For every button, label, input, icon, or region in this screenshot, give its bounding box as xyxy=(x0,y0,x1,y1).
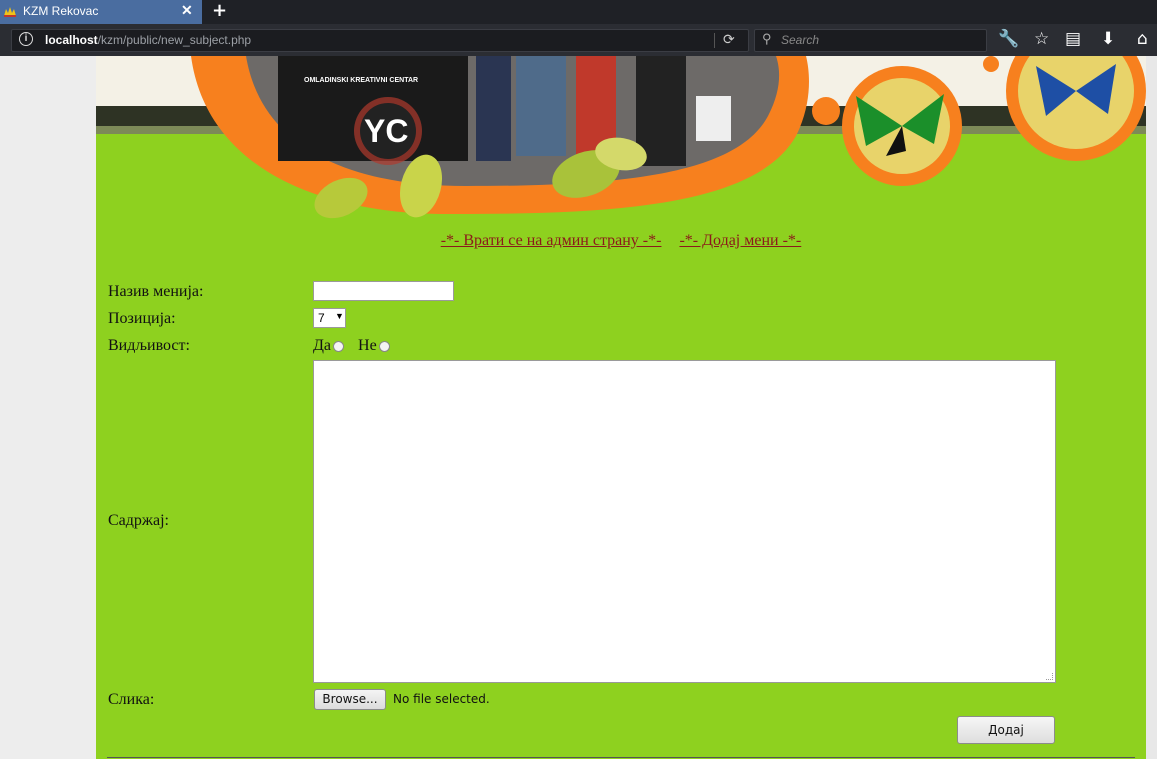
reload-icon[interactable]: ⟳ xyxy=(723,31,735,48)
downloads-icon[interactable]: ⬇ xyxy=(1101,29,1115,49)
visibility-label: Видљивост: xyxy=(108,337,190,354)
browser-tab[interactable]: KZM Rekovac ✕ xyxy=(0,0,202,24)
visibility-yes-radio[interactable] xyxy=(333,340,345,352)
menu-name-input[interactable] xyxy=(313,281,454,301)
file-status-text: No file selected. xyxy=(393,692,490,706)
visibility-radio-group: Да Не xyxy=(313,337,404,355)
footer-divider xyxy=(107,757,1135,758)
visibility-yes-label: Да xyxy=(313,337,332,354)
page-content: OMLADINSKI KREATIVNI CENTAR YC -*- Врати… xyxy=(96,56,1146,759)
new-tab-button[interactable]: + xyxy=(212,0,227,21)
search-input[interactable]: ⚲ Search xyxy=(754,29,987,52)
close-tab-icon[interactable]: ✕ xyxy=(181,2,193,19)
site-info-icon[interactable]: i xyxy=(19,32,33,46)
add-menu-link[interactable]: -*- Додај мени -*- xyxy=(679,232,801,249)
content-label: Садржај: xyxy=(108,512,169,529)
browser-nav-bar: i localhost/kzm/public/new_subject.php ⟳… xyxy=(0,24,1157,56)
url-path: /kzm/public/new_subject.php xyxy=(97,33,252,47)
visibility-no-label: Не xyxy=(358,337,377,354)
address-url: localhost/kzm/public/new_subject.php xyxy=(45,33,251,47)
admin-links: -*- Врати се на админ страну -*- -*- Дод… xyxy=(96,232,1146,250)
image-label: Слика: xyxy=(108,691,155,708)
position-select-value: 7 xyxy=(318,311,325,325)
browser-tab-bar: KZM Rekovac ✕ + xyxy=(0,0,1157,24)
search-icon: ⚲ xyxy=(762,31,772,46)
tab-title: KZM Rekovac xyxy=(23,4,99,18)
add-submit-button[interactable]: Додај xyxy=(957,716,1055,744)
search-placeholder: Search xyxy=(781,33,820,47)
wrench-icon[interactable]: 🔧 xyxy=(998,29,1019,49)
chevron-down-icon: ▼ xyxy=(335,311,344,321)
back-to-admin-link[interactable]: -*- Врати се на админ страну -*- xyxy=(441,232,662,249)
browse-file-button[interactable]: Browse... xyxy=(314,689,386,710)
position-select[interactable]: 7 ▼ xyxy=(313,308,346,328)
content-textarea[interactable] xyxy=(313,360,1056,683)
site-favicon-icon xyxy=(4,7,16,17)
menu-name-label: Назив менија: xyxy=(108,283,204,300)
library-icon[interactable]: ▤ xyxy=(1065,29,1081,49)
logo-text: YC xyxy=(364,113,408,149)
visibility-no-radio[interactable] xyxy=(378,340,390,352)
url-host: localhost xyxy=(45,33,98,47)
page-gutter xyxy=(1146,56,1157,759)
banner-text: OMLADINSKI KREATIVNI CENTAR xyxy=(304,77,418,84)
address-divider xyxy=(714,33,715,48)
home-icon[interactable]: ⌂ xyxy=(1137,29,1148,49)
bookmark-star-icon[interactable]: ☆ xyxy=(1034,29,1049,49)
position-label: Позиција: xyxy=(108,310,176,327)
address-bar[interactable]: i localhost/kzm/public/new_subject.php ⟳ xyxy=(11,29,749,52)
resize-grip-icon[interactable] xyxy=(1046,673,1053,680)
